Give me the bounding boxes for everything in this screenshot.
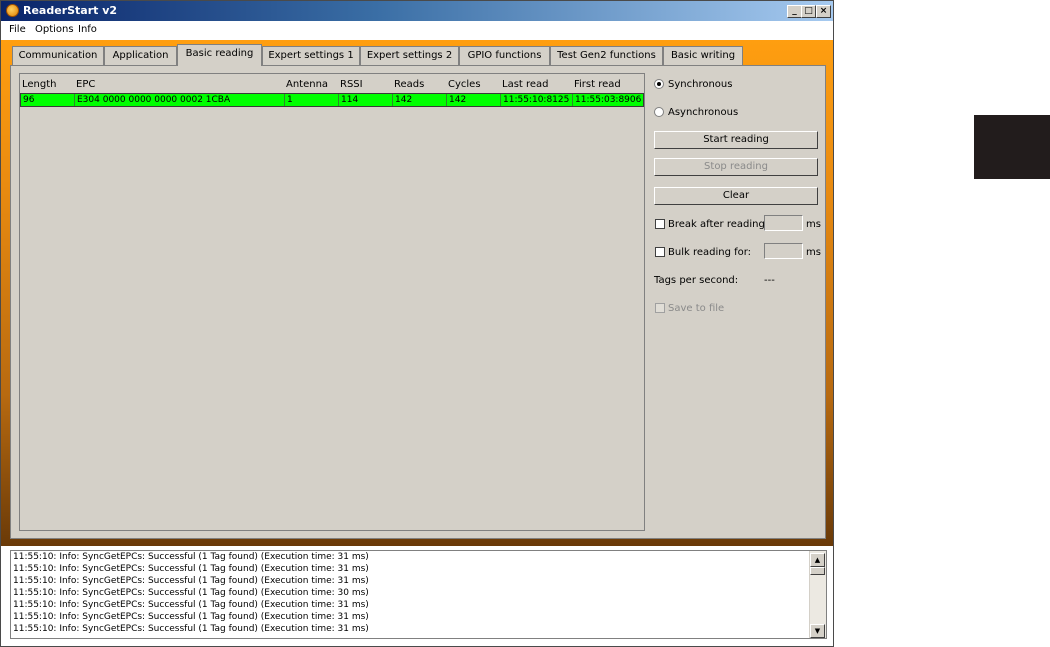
bulk-reading-input[interactable] [764, 243, 803, 259]
tags-per-second-label: Tags per second: [654, 275, 739, 286]
window-title: ReaderStart v2 [23, 4, 118, 17]
break-ms-label: ms [806, 219, 821, 230]
synchronous-radio[interactable] [654, 79, 664, 89]
tab-application[interactable]: Application [104, 46, 177, 65]
tab-basic-reading[interactable]: Basic reading [177, 44, 262, 66]
log-output[interactable]: 11:55:10: Info: SyncGetEPCs: Successful … [10, 550, 827, 639]
scroll-down-icon[interactable]: ▼ [810, 624, 825, 638]
log-line: 11:55:10: Info: SyncGetEPCs: Successful … [13, 552, 369, 562]
synchronous-label: Synchronous [668, 79, 733, 90]
menu-bar: File Options Info [1, 21, 833, 40]
tag-list-view[interactable]: Length EPC Antenna RSSI Reads Cycles Las… [19, 73, 645, 531]
break-after-reading-checkbox[interactable] [655, 219, 665, 229]
title-bar[interactable]: ReaderStart v2 _ □ × [1, 1, 833, 21]
menu-file[interactable]: File [9, 24, 26, 35]
minimize-button[interactable]: _ [787, 5, 802, 18]
maximize-button[interactable]: □ [801, 5, 816, 18]
bulk-reading-checkbox[interactable] [655, 247, 665, 257]
bulk-reading-label: Bulk reading for: [668, 247, 752, 258]
black-rectangle [974, 115, 1050, 179]
column-header-cycles[interactable]: Cycles [448, 79, 481, 90]
column-header-antenna[interactable]: Antenna [286, 79, 328, 90]
cell-length: 96 [21, 94, 75, 106]
cell-rssi: 114 [339, 94, 393, 106]
start-reading-button[interactable]: Start reading [654, 131, 818, 149]
column-header-epc[interactable]: EPC [76, 79, 95, 90]
save-to-file-label: Save to file [668, 303, 725, 314]
log-scrollbar[interactable]: ▲ ▼ [809, 551, 826, 638]
column-header-last-read[interactable]: Last read [502, 79, 549, 90]
scroll-up-icon[interactable]: ▲ [810, 553, 825, 567]
app-logo-icon [6, 4, 19, 17]
asynchronous-radio[interactable] [654, 107, 664, 117]
stop-reading-button[interactable]: Stop reading [654, 158, 818, 176]
tab-gpio-functions[interactable]: GPIO functions [459, 46, 550, 65]
app-window: ReaderStart v2 _ □ × File Options Info C… [0, 0, 834, 647]
cell-reads: 142 [393, 94, 447, 106]
tab-basic-writing[interactable]: Basic writing [663, 46, 743, 65]
table-row[interactable]: 96 E304 0000 0000 0000 0002 1CBA 1 114 1… [20, 93, 644, 107]
break-after-reading-label: Break after reading: [668, 219, 769, 230]
scroll-thumb[interactable] [810, 567, 825, 575]
cell-first-read: 11:55:03:8906 [575, 95, 642, 105]
tab-test-gen2-functions[interactable]: Test Gen2 functions [550, 46, 663, 65]
menu-options[interactable]: Options [35, 24, 74, 35]
column-header-first-read[interactable]: First read [574, 79, 621, 90]
bulk-ms-label: ms [806, 247, 821, 258]
clear-button[interactable]: Clear [654, 187, 818, 205]
asynchronous-label: Asynchronous [668, 107, 739, 118]
log-line: 11:55:10: Info: SyncGetEPCs: Successful … [13, 564, 369, 574]
close-button[interactable]: × [816, 5, 831, 18]
column-header-length[interactable]: Length [22, 79, 57, 90]
log-line: 11:55:10: Info: SyncGetEPCs: Successful … [13, 612, 369, 622]
break-after-reading-input[interactable] [764, 215, 803, 231]
column-header-rssi[interactable]: RSSI [340, 79, 363, 90]
log-line: 11:55:10: Info: SyncGetEPCs: Successful … [13, 600, 369, 610]
log-line: 11:55:10: Info: SyncGetEPCs: Successful … [13, 576, 369, 586]
cell-cycles: 142 [447, 94, 501, 106]
cell-last-read: 11:55:10:8125 [501, 94, 573, 106]
save-to-file-checkbox[interactable] [655, 303, 665, 313]
tab-communication[interactable]: Communication [12, 46, 104, 65]
cell-antenna: 1 [285, 94, 339, 106]
log-line: 11:55:10: Info: SyncGetEPCs: Successful … [13, 624, 369, 634]
cell-epc: E304 0000 0000 0000 0002 1CBA [75, 94, 285, 106]
tags-per-second-value: --- [764, 275, 775, 286]
log-line: 11:55:10: Info: SyncGetEPCs: Successful … [13, 588, 369, 598]
tab-expert-settings-1[interactable]: Expert settings 1 [262, 46, 360, 65]
tab-expert-settings-2[interactable]: Expert settings 2 [360, 46, 459, 65]
column-header-reads[interactable]: Reads [394, 79, 424, 90]
menu-info[interactable]: Info [78, 24, 97, 35]
